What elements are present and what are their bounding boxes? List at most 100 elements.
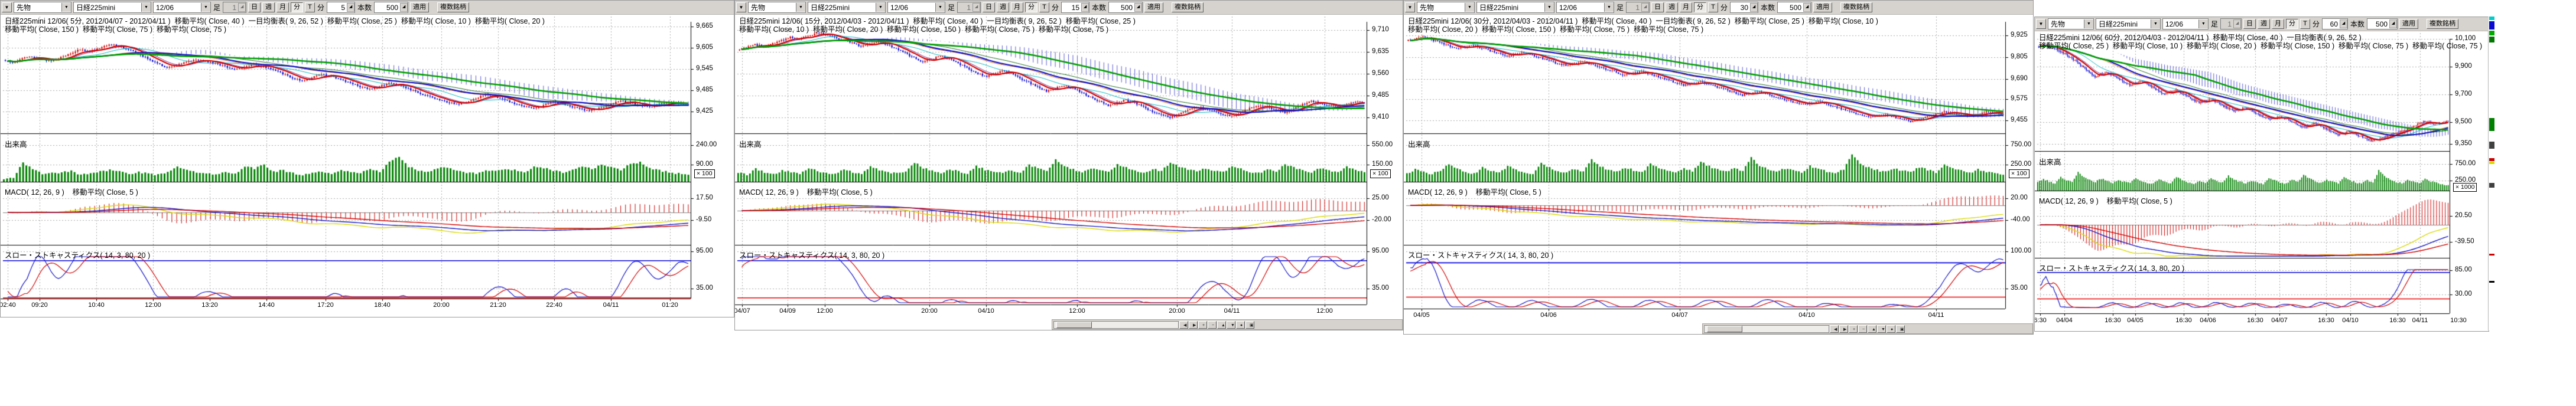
price-axis-label: 9,925 [2011,31,2028,38]
contract-select[interactable]: 12/06▼ [887,2,945,13]
bar-daily-button[interactable]: 日 [248,2,261,12]
multi-symbol-button[interactable]: 複数銘柄 [2427,19,2458,29]
scrollbar-track[interactable] [1053,321,1179,329]
nav-button-4[interactable]: ▲ [1868,325,1876,333]
window-dropdown-button[interactable]: ▼ [2036,19,2046,29]
nav-button-7[interactable]: ▣ [1245,321,1254,329]
window-dropdown-button[interactable]: ▼ [2,2,12,12]
bar-interval-spinner[interactable]: 1◢ [223,2,246,13]
nav-button-2[interactable]: + [1849,325,1858,333]
chart-canvas[interactable] [1,1,734,317]
time-axis-label: 21:20 [490,302,506,309]
bar-monthly-button[interactable]: 月 [2272,19,2284,29]
bar-interval-spinner[interactable]: 1◢ [2220,18,2242,30]
scrollbar-thumb[interactable] [1707,326,1742,332]
combo-value: 12/06 [1559,4,1577,12]
bars-count-spinner[interactable]: 500◢ [2367,18,2398,30]
nav-button-6[interactable]: ● [1887,325,1895,333]
window-dropdown-button[interactable]: ▼ [736,2,746,12]
nav-button-3[interactable]: − [1208,321,1217,329]
bar-monthly-button[interactable]: 月 [1680,2,1692,12]
contract-select[interactable]: 12/06▼ [1556,2,1614,13]
category-select[interactable]: 先物▼ [1417,2,1475,13]
nav-button-3[interactable]: − [1858,325,1867,333]
symbol-select[interactable]: 日経225mini▼ [2096,18,2161,30]
bar-interval-spinner[interactable]: 1◢ [957,2,981,13]
apply-button[interactable]: 適用 [410,2,429,12]
apply-button[interactable]: 適用 [1144,2,1163,12]
symbol-select[interactable]: 日経225mini▼ [808,2,886,13]
nav-button-0[interactable]: ◀ [1179,321,1188,329]
bar-minute-button[interactable]: 分 [1694,2,1706,12]
indicator-header-line2: 移動平均( Close, 150 ) 移動平均( Close, 75 ) 移動平… [5,23,226,34]
bar-interval-spinner[interactable]: 1◢ [1626,2,1650,13]
minute-value-spinner[interactable]: 5◢ [327,2,355,13]
scrollbar-thumb[interactable] [1056,322,1092,328]
bar-tick-button[interactable]: T [1708,2,1718,12]
bar-weekly-button[interactable]: 週 [1666,2,1678,12]
multi-symbol-button[interactable]: 複数銘柄 [437,2,469,12]
chevron-down-icon: ▼ [935,3,945,12]
bar-daily-button[interactable]: 日 [2243,19,2256,29]
symbol-select[interactable]: 日経225mini▼ [1476,2,1554,13]
chevron-down-icon: ▼ [2151,19,2160,28]
bars-count-spinner[interactable]: 500◢ [1777,2,1811,13]
bar-daily-button[interactable]: 日 [983,2,995,12]
nav-button-7[interactable]: ▣ [1896,325,1905,333]
nav-button-6[interactable]: ● [1236,321,1245,329]
chart-canvas[interactable] [1404,1,2033,334]
multi-symbol-button[interactable]: 複数銘柄 [1172,2,1204,12]
bar-tick-button[interactable]: T [1039,2,1049,12]
category-select[interactable]: 先物▼ [748,2,806,13]
bars-count-spinner[interactable]: 500◢ [1108,2,1143,13]
minute-value-spinner[interactable]: 30◢ [1730,2,1758,13]
bar-monthly-button[interactable]: 月 [1011,2,1023,12]
time-axis-label: 12:00 [817,307,833,315]
bar-minute-button[interactable]: 分 [1025,2,1037,12]
horizontal-scrollbar[interactable]: ◀▶+−▲▼●▣ [735,320,1403,329]
bar-tick-button[interactable]: T [305,2,315,12]
price-axis-label: 9,485 [696,86,713,93]
minute-value-spinner[interactable]: 60◢ [2322,18,2348,30]
symbol-select[interactable]: 日経225mini▼ [73,2,151,13]
chart-fragment [2489,281,2494,283]
spinner-value: 500 [1121,4,1133,12]
bars-count-spinner[interactable]: 500◢ [374,2,408,13]
bar-minute-button[interactable]: 分 [291,2,303,12]
nav-button-4[interactable]: ▲ [1217,321,1226,329]
bar-weekly-button[interactable]: 週 [2258,19,2270,29]
nav-button-0[interactable]: ◀ [1830,325,1839,333]
bar-weekly-button[interactable]: 週 [997,2,1009,12]
chart-canvas[interactable] [735,1,1403,330]
price-axis-label: 9,700 [2455,90,2472,97]
scrollbar-track[interactable] [1704,325,1829,333]
nav-button-1[interactable]: ▶ [1189,321,1198,329]
contract-select[interactable]: 12/06▼ [153,2,211,13]
volume-axis-label: 150.00 [1372,161,1393,168]
window-dropdown-button[interactable]: ▼ [1405,2,1415,12]
bar-weekly-button[interactable]: 週 [262,2,275,12]
apply-button[interactable]: 適用 [1813,2,1832,12]
nav-button-1[interactable]: ▶ [1839,325,1848,333]
multi-symbol-button[interactable]: 複数銘柄 [1840,2,1872,12]
nav-button-5[interactable]: ▼ [1877,325,1886,333]
stoch-axis-label: 35.00 [2011,284,2028,292]
horizontal-scrollbar[interactable]: ◀▶+−▲▼●▣ [1404,324,2033,333]
chart-fragment [2489,158,2494,161]
minute-value-spinner[interactable]: 15◢ [1061,2,1089,13]
apply-button[interactable]: 適用 [2399,19,2418,29]
bar-minute-button[interactable]: 分 [2286,19,2298,29]
time-axis-label: 04/07 [734,307,750,315]
nav-button-5[interactable]: ▼ [1227,321,1235,329]
macd-label: MACD( 12, 26, 9 ) [2039,197,2099,205]
combo-value: 先物 [17,2,31,12]
contract-select[interactable]: 12/06▼ [2162,18,2209,30]
chart-canvas[interactable] [2035,17,2489,331]
bar-tick-button[interactable]: T [2300,19,2310,29]
macd-ma-label: 移動平均( Close, 5 ) [73,188,138,197]
category-select[interactable]: 先物▼ [2048,18,2094,30]
bar-monthly-button[interactable]: 月 [277,2,289,12]
nav-button-2[interactable]: + [1198,321,1207,329]
bar-daily-button[interactable]: 日 [1651,2,1664,12]
category-select[interactable]: 先物▼ [14,2,71,13]
